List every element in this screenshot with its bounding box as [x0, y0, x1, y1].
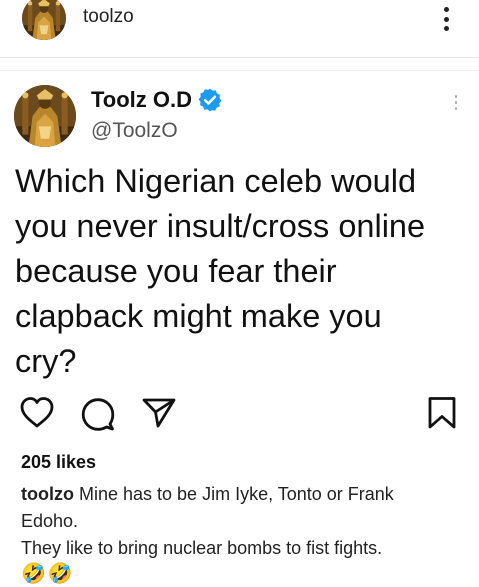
tweet-text-line: Which Nigerian celeb would — [15, 163, 417, 199]
likes-count[interactable]: 205 likes — [21, 452, 96, 473]
more-vertical-icon[interactable] — [440, 7, 452, 31]
caption-line: toolzo Mine has to be Jim Iyke, Tonto or… — [21, 481, 471, 508]
tweet-author-avatar — [14, 85, 76, 147]
caption-username[interactable]: toolzo — [21, 484, 74, 504]
tweet-text-line: cry? — [15, 343, 77, 379]
post-author-avatar[interactable] — [22, 0, 66, 40]
header-divider — [0, 57, 479, 58]
comment-icon[interactable] — [80, 396, 116, 432]
tweet-display-name: Toolz O.D — [91, 87, 193, 112]
send-icon[interactable] — [141, 395, 177, 431]
heart-icon[interactable] — [19, 395, 55, 431]
caption-emojis: 🤣 🤣 — [21, 561, 73, 587]
post-caption: toolzo Mine has to be Jim Iyke, Tonto or… — [21, 481, 471, 562]
more-vertical-icon — [453, 95, 459, 110]
tweet-text-line: because you fear their — [15, 253, 337, 289]
tweet-name-row: Toolz O.D — [91, 87, 223, 113]
embedded-tweet: Toolz O.D @ToolzO Which Nigerian celeb w… — [0, 59, 479, 389]
verified-badge-icon — [197, 87, 223, 113]
tweet-text-line: clapback might make you — [15, 298, 382, 334]
post-username[interactable]: toolzo — [83, 6, 134, 28]
caption-text: Mine has to be Jim Iyke, Tonto or Frank — [79, 484, 394, 504]
bookmark-icon[interactable] — [424, 395, 460, 431]
caption-line: Edoho. — [21, 511, 79, 531]
tweet-text: Which Nigerian celeb would you never ins… — [15, 159, 470, 384]
laughing-emoji: 🤣 — [21, 563, 46, 585]
post-actions-bar — [0, 395, 479, 437]
tweet-handle: @ToolzO — [91, 119, 178, 142]
caption-line: They like to bring nuclear bombs to fist… — [21, 538, 383, 558]
tweet-text-line: you never insult/cross online — [15, 208, 426, 244]
post-header: toolzo — [0, 0, 479, 44]
laughing-emoji: 🤣 — [47, 563, 73, 585]
